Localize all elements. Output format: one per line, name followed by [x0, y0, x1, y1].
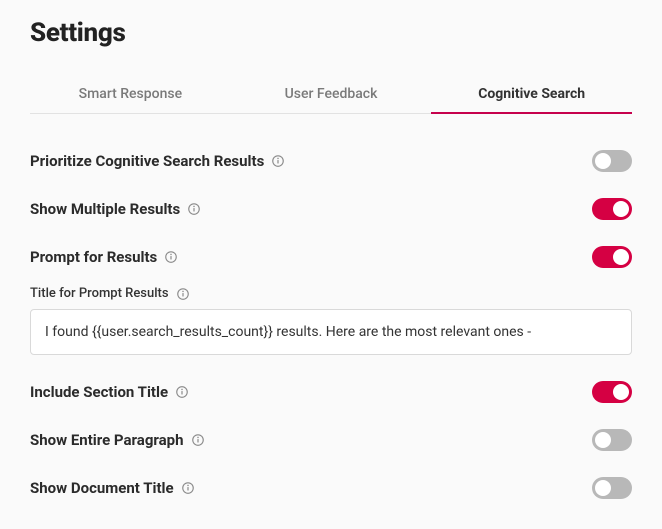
toggle-prompt[interactable] — [592, 246, 632, 268]
toggle-prioritize[interactable] — [592, 150, 632, 172]
tab-smart-response[interactable]: Smart Response — [30, 76, 231, 114]
setting-entire-paragraph: Show Entire Paragraph — [30, 417, 632, 465]
toggle-entire-paragraph[interactable] — [592, 429, 632, 451]
setting-multiple: Show Multiple Results — [30, 186, 632, 234]
setting-multiple-label: Show Multiple Results — [30, 200, 180, 218]
setting-document-title-label: Show Document Title — [30, 479, 174, 497]
toggle-include-section[interactable] — [592, 381, 632, 403]
toggle-document-title[interactable] — [592, 477, 632, 499]
setting-prioritize-label: Prioritize Cognitive Search Results — [30, 152, 264, 170]
info-icon[interactable] — [182, 482, 194, 494]
info-icon[interactable] — [165, 251, 177, 263]
info-icon[interactable] — [177, 288, 189, 300]
info-icon[interactable] — [272, 155, 284, 167]
setting-include-section: Include Section Title — [30, 369, 632, 417]
page-title: Settings — [30, 18, 632, 48]
setting-title-prompt: Title for Prompt Results — [30, 286, 632, 355]
info-icon[interactable] — [188, 203, 200, 215]
setting-include-section-label: Include Section Title — [30, 383, 168, 401]
setting-document-title: Show Document Title — [30, 465, 632, 513]
info-icon[interactable] — [192, 434, 204, 446]
tab-user-feedback[interactable]: User Feedback — [231, 76, 432, 114]
toggle-multiple[interactable] — [592, 198, 632, 220]
setting-prioritize: Prioritize Cognitive Search Results — [30, 138, 632, 186]
setting-prompt-label: Prompt for Results — [30, 248, 157, 266]
tab-cognitive-search[interactable]: Cognitive Search — [431, 76, 632, 114]
title-prompt-input[interactable] — [30, 309, 632, 355]
setting-entire-paragraph-label: Show Entire Paragraph — [30, 431, 184, 449]
setting-prompt: Prompt for Results — [30, 234, 632, 282]
info-icon[interactable] — [176, 386, 188, 398]
tabs: Smart Response User Feedback Cognitive S… — [30, 76, 632, 114]
title-prompt-label: Title for Prompt Results — [30, 286, 169, 301]
